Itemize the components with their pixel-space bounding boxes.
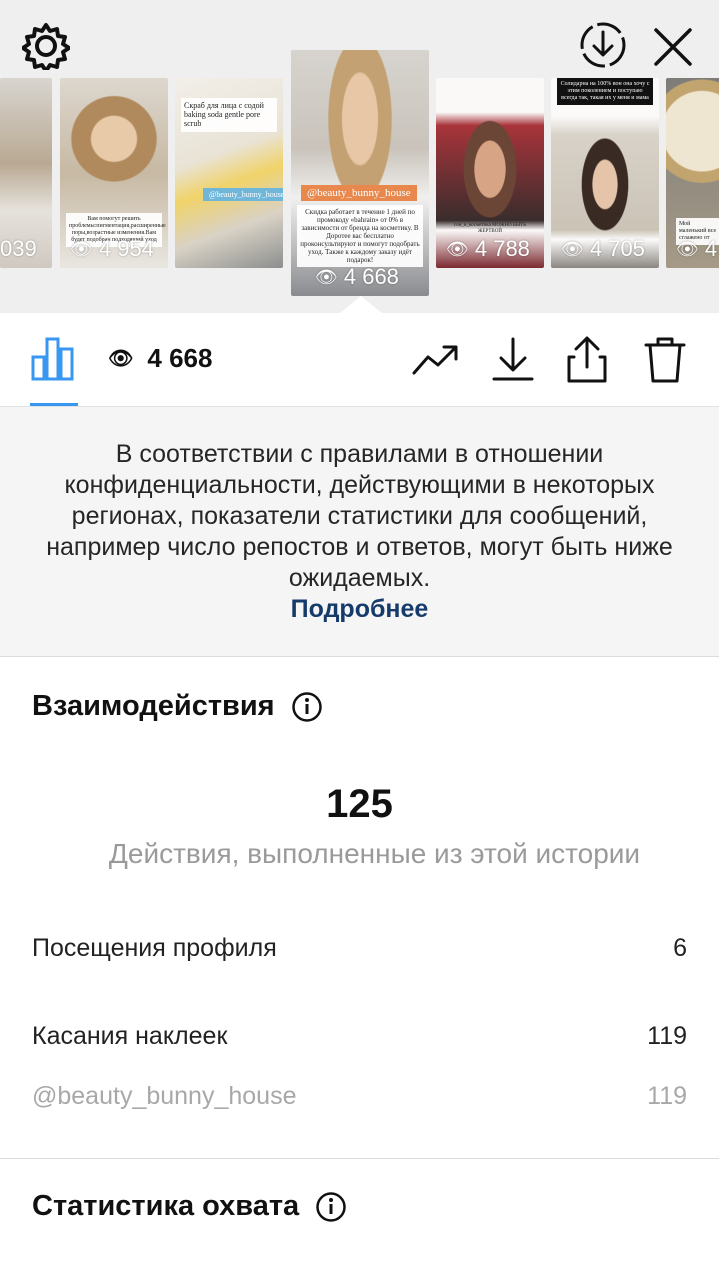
section-divider <box>0 1158 719 1159</box>
story-thumbnails: 039 Вам помогут решить проблемы:пигмента… <box>0 50 719 310</box>
reach-title: Статистика охвата <box>32 1190 300 1222</box>
active-tab-indicator <box>30 403 78 406</box>
privacy-notice-text: В соответствии с правилами в отношении к… <box>46 440 673 592</box>
story-views: 👁 4 668 <box>315 264 399 289</box>
interactions-total: 125 <box>326 782 393 826</box>
story-caption: Солидарна на 100% вон она хочу с этим по… <box>557 78 653 105</box>
stories-strip-area: 039 Вам помогут решить проблемы:пигмента… <box>0 0 719 314</box>
trend-icon[interactable] <box>410 335 460 385</box>
eye-icon: 👁 <box>561 238 584 259</box>
views-count: 👁 4 668 <box>108 343 213 373</box>
story-caption: Скраб для лица с содой baking soda gentl… <box>181 98 277 132</box>
eye-icon: 👁 <box>676 238 699 259</box>
row-value: 6 <box>673 934 687 962</box>
eye-icon: 👁 <box>446 238 469 259</box>
eye-icon: 👁 <box>108 348 134 370</box>
story-views: 👁 4 788 <box>446 236 530 261</box>
story-thumbnail[interactable]: Солидарна на 100% вон она хочу с этим по… <box>551 78 659 268</box>
interactions-header: Взаимодействия <box>32 690 323 723</box>
story-views: 👁 4 705 <box>561 236 645 261</box>
sticker-mention-row: @beauty_bunny_house 119 <box>32 1082 687 1111</box>
eye-icon: 👁 <box>70 238 93 259</box>
story-thumbnail[interactable]: Вам помогут решить проблемы:пигментация,… <box>60 78 168 268</box>
sticker-taps-row: Касания наклеек 119 <box>32 1022 687 1051</box>
story-thumbnail[interactable]: сон_и_косметика МОЖНО БЫТЬ ЖЕРТВОЙ 👁 4 78… <box>436 78 544 268</box>
info-icon[interactable] <box>291 691 323 723</box>
story-caption: сон_и_косметика МОЖНО БЫТЬ ЖЕРТВОЙ <box>453 223 527 234</box>
bar-chart-icon[interactable] <box>30 335 78 383</box>
story-caption: Скидка работает в течение 1 дней по пром… <box>297 205 423 268</box>
story-thumbnail-selected[interactable]: @beauty_bunny_house Скидка работает в те… <box>291 50 429 296</box>
trash-icon[interactable] <box>640 335 690 385</box>
story-thumbnail[interactable]: Скраб для лица с содой baking soda gentl… <box>175 78 283 268</box>
share-icon[interactable] <box>562 335 612 385</box>
privacy-notice: В соответствии с правилами в отношении к… <box>0 407 719 657</box>
eye-icon: 👁 <box>315 266 338 287</box>
story-thumbnail[interactable]: 039 <box>0 78 52 268</box>
story-mention-tag: @beauty_bunny_house <box>301 185 417 201</box>
interactions-title: Взаимодействия <box>32 690 275 722</box>
row-value: 119 <box>647 1082 687 1110</box>
learn-more-link[interactable]: Подробнее <box>40 594 679 625</box>
story-insights-toolbar: 👁 4 668 <box>0 313 719 407</box>
row-label: @beauty_bunny_house <box>32 1082 297 1110</box>
row-value: 119 <box>647 1022 687 1050</box>
row-label: Посещения профиля <box>32 934 277 962</box>
story-mention-tag: @beauty_bunny_house <box>203 188 283 201</box>
selected-story-pointer <box>339 296 383 314</box>
reach-header: Статистика охвата <box>32 1190 347 1223</box>
story-views: 👁 4 954 <box>70 236 154 261</box>
info-icon[interactable] <box>315 1191 347 1223</box>
story-thumbnail[interactable]: Мой маленький все сглажено от 👁 4 <box>666 78 719 268</box>
story-views: 039 <box>0 236 37 261</box>
story-views: 👁 4 <box>676 236 718 261</box>
interactions-total-caption: Действия, выполненные из этой истории <box>108 838 641 869</box>
profile-visits-row: Посещения профиля 6 <box>32 934 687 963</box>
download-icon[interactable] <box>488 335 538 385</box>
row-label: Касания наклеек <box>32 1022 228 1050</box>
